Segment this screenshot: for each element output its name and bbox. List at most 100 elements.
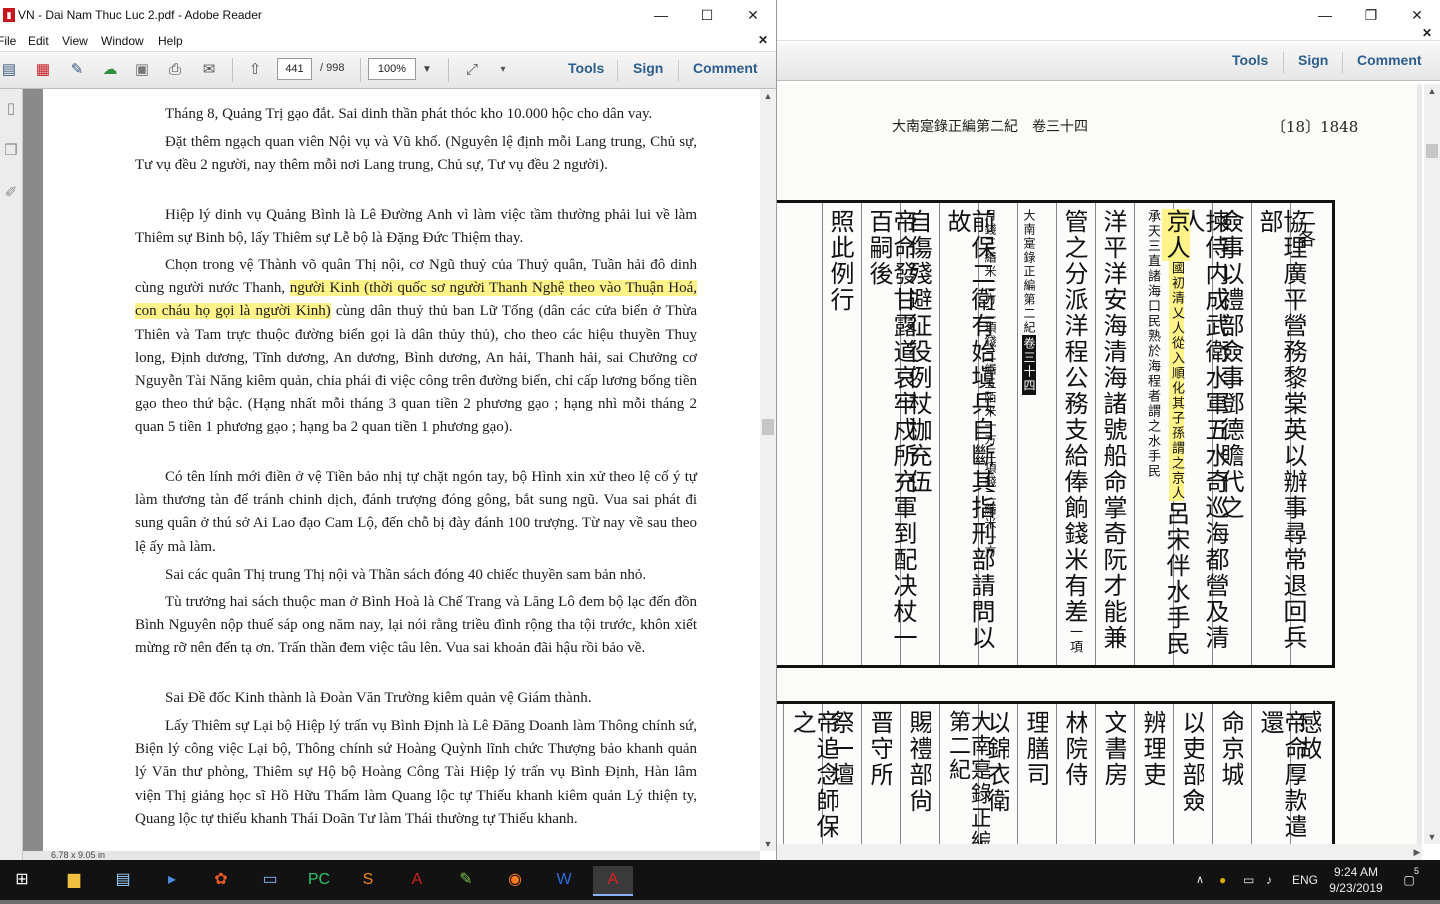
column-rule xyxy=(939,704,940,844)
text-column: 帝命厚款遣還 xyxy=(1258,710,1306,840)
left-reader-window: ▮ VN - Dai Nam Thuc Luc 2.pdf - Adobe Re… xyxy=(0,0,777,860)
column-rule xyxy=(861,704,862,844)
sign-button[interactable]: Sign xyxy=(633,60,663,76)
running-head: 大南寔錄正編第二紀 卷三十四 xyxy=(892,119,1088,135)
zoom-dropdown-icon[interactable]: ▼ xyxy=(416,60,438,80)
left-document-view[interactable]: Tháng 8, Quảng Trị gạo đắt. Sai dinh thầ… xyxy=(23,89,760,851)
scanned-page: 大南寔錄正編第二紀 卷三十四 〔18〕1848 二各 協理廣平營務黎棠英以辦事尋常… xyxy=(777,84,1417,844)
page-number-input[interactable]: 441 xyxy=(277,58,312,80)
column-rule xyxy=(1017,203,1018,665)
upload-icon[interactable]: ☁ xyxy=(99,60,121,80)
left-titlebar: ▮ VN - Dai Nam Thuc Luc 2.pdf - Adobe Re… xyxy=(0,0,776,30)
file-explorer-icon[interactable]: ▆ xyxy=(54,866,94,894)
column-rule xyxy=(783,704,784,844)
annotation: 國初清乂人從入順化其子孫謂之京人 xyxy=(1169,261,1184,501)
text-column: 管之分派洋程公務支給俸餉錢米有差一項 xyxy=(1060,209,1088,655)
save-icon[interactable]: ▣ xyxy=(131,60,153,80)
volume-icon[interactable]: ♪ xyxy=(1266,860,1272,900)
clock[interactable]: 9:24 AM 9/23/2019 xyxy=(1327,860,1385,904)
minimize-button[interactable]: — xyxy=(638,0,684,30)
sublime-icon[interactable]: S xyxy=(348,866,388,894)
text-column: 命京城 xyxy=(1219,710,1243,788)
taskbar: ⊞ ▆ ▤ ▸ ✿ ▭ PC S A ✎ ◉ W A ∧ ● ▭ ♪ ENG 9:24 AM 9/23/… xyxy=(0,860,1440,900)
column-rule xyxy=(1056,704,1057,844)
edit-icon[interactable]: ✎ xyxy=(66,60,88,80)
column-rule xyxy=(1251,203,1252,665)
left-menubar: File Edit View Window Help ✕ xyxy=(0,31,776,52)
email-icon[interactable]: ✉ xyxy=(198,60,220,80)
paragraph: Có tên lính mới điền ở vệ Tiền bảo nhị t… xyxy=(135,469,697,555)
bookmarks-icon[interactable]: ❐ xyxy=(2,141,20,159)
adobe-reader-icon[interactable]: A xyxy=(593,866,633,896)
notifications-icon[interactable]: ▢ 5 xyxy=(1398,860,1420,900)
menu-file[interactable]: File xyxy=(0,34,16,48)
left-vertical-scrollbar[interactable]: ▲ ▼ xyxy=(760,89,776,851)
language-indicator[interactable]: ENG xyxy=(1292,860,1318,900)
paragraph: Đặt thêm ngạch quan viên Nội vụ và Vũ kh… xyxy=(135,134,697,174)
attachments-icon[interactable]: ✐ xyxy=(2,183,20,201)
column-rule xyxy=(822,203,823,665)
fit-page-icon[interactable]: ⤢ xyxy=(461,60,483,80)
pdf-app-icon: ▮ xyxy=(3,8,15,22)
tray-chevron-icon[interactable]: ∧ xyxy=(1196,860,1204,900)
close-button[interactable]: ✕ xyxy=(730,0,776,30)
volume-banner: 卷三十四 xyxy=(1022,335,1036,395)
page-total: / 998 xyxy=(320,62,345,74)
print-icon[interactable]: ⎙ xyxy=(164,60,186,80)
windows-start-icon[interactable]: ⊞ xyxy=(2,866,42,894)
task-view-icon[interactable]: ▭ xyxy=(250,866,290,894)
powershell-icon[interactable]: ▸ xyxy=(152,866,192,894)
previous-page-icon[interactable]: ⇧ xyxy=(244,60,266,80)
text-column: 帝命發甘露道哀牢戍所充軍到配决杖一百嗣後 xyxy=(865,209,917,651)
column-rule xyxy=(1212,704,1213,844)
text-frame: 二各 協理廣平營務黎棠英以辦事尋常退回兵部 僉事以禮部僉事鄧德贍代之 揀侍内成武衛水軍… xyxy=(777,200,1335,668)
network-icon[interactable]: ▭ xyxy=(1243,860,1254,900)
text-column: 辨理吏 xyxy=(1141,710,1165,788)
pycharm-icon[interactable]: PC xyxy=(299,866,339,894)
maximize-button[interactable]: ☐ xyxy=(684,0,730,30)
word-icon[interactable]: W xyxy=(544,866,584,894)
firefox-icon[interactable]: ◉ xyxy=(495,866,535,894)
create-pdf-icon[interactable]: ▤ xyxy=(0,60,20,80)
window-title: VN - Dai Nam Thuc Luc 2.pdf - Adobe Read… xyxy=(18,8,262,22)
right-vertical-scrollbar[interactable]: ▲ ▼ xyxy=(1424,84,1440,844)
paragraph: Tù trưởng hai sách thuộc man ở Bình Hoà … xyxy=(135,594,697,657)
annotation: 一項 xyxy=(1067,625,1082,655)
app-tray-icon[interactable]: ● xyxy=(1219,860,1226,900)
photo-app-icon[interactable]: ✿ xyxy=(201,866,241,894)
text-column: 晋守所 xyxy=(868,710,892,788)
menu-window[interactable]: Window xyxy=(101,34,144,48)
annotation: 承天三直諸海口民熟於海程者謂之水手民 xyxy=(1145,209,1160,479)
page-thumbnails-icon[interactable]: ▯ xyxy=(2,99,20,117)
tools-button[interactable]: Tools xyxy=(1232,52,1268,68)
tools-button[interactable]: Tools xyxy=(568,60,604,76)
text-column: 賜禮部尙 xyxy=(907,710,931,814)
close-document-icon[interactable]: ✕ xyxy=(758,33,768,47)
column-rule xyxy=(1095,203,1096,665)
text-column: 林院侍 xyxy=(1063,710,1087,788)
right-menubar: ✕ xyxy=(777,24,1440,41)
right-document-view[interactable]: 大南寔錄正編第二紀 卷三十四 〔18〕1848 二各 協理廣平營務黎棠英以辦事尋常… xyxy=(777,84,1422,844)
column-rule xyxy=(900,704,901,844)
zoom-input[interactable]: 100% xyxy=(368,58,416,80)
navigation-pane: ▯ ❐ ✐ xyxy=(0,89,23,860)
acrobat-icon[interactable]: A xyxy=(397,866,437,894)
close-document-icon[interactable]: ✕ xyxy=(1422,26,1432,40)
paragraph-highlighted: Chọn trong vệ Thành võ quân Thị nội, cơ … xyxy=(135,257,698,436)
right-horizontal-scrollbar[interactable]: ▶ xyxy=(777,844,1422,860)
comment-button[interactable]: Comment xyxy=(693,60,758,76)
text-column: 文書房 xyxy=(1102,710,1126,788)
paragraph: Tháng 8, Quảng Trị gạo đắt. Sai dinh thầ… xyxy=(165,106,653,122)
column-rule xyxy=(1056,203,1057,665)
notepad-plus-icon[interactable]: ✎ xyxy=(446,866,486,894)
sign-button[interactable]: Sign xyxy=(1298,52,1328,68)
menu-help[interactable]: Help xyxy=(158,34,183,48)
comment-button[interactable]: Comment xyxy=(1357,52,1422,68)
pdf-icon[interactable]: ▦ xyxy=(32,60,54,80)
notepad-icon[interactable]: ▤ xyxy=(103,866,143,894)
toolbar-options-icon[interactable]: ▾ xyxy=(492,60,514,80)
menu-view[interactable]: View xyxy=(62,34,88,48)
text-column: 照此例行 xyxy=(826,209,854,313)
menu-edit[interactable]: Edit xyxy=(28,34,49,48)
column-rule xyxy=(1134,704,1135,844)
